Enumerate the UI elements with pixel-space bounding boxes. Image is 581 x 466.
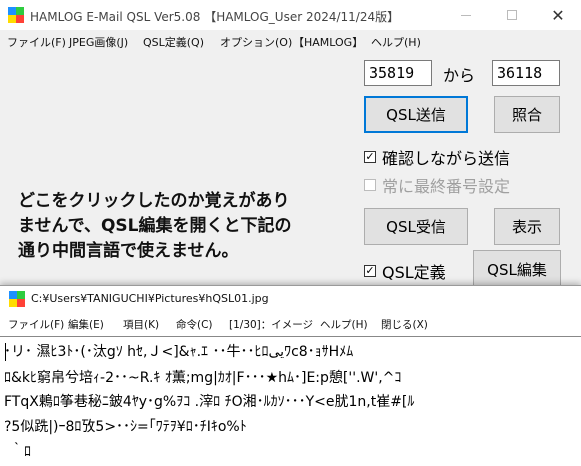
checkbox-unchecked-icon [364, 179, 376, 191]
menu-file[interactable]: ファイル(F) [7, 34, 66, 50]
editor-title-bar[interactable]: C:¥Users¥TANIGUCHI¥Pictures¥hQSL01.jpg [0, 286, 581, 312]
from-label: から [443, 66, 476, 85]
minimize-icon [461, 14, 471, 16]
comment-line: ませんで、QSL編集を開くと下記の [18, 216, 292, 236]
close-button[interactable]: ✕ [535, 0, 581, 30]
qsl-receive-button[interactable]: QSL受信 [364, 208, 468, 245]
user-comment-text: どこをクリックしたのか覚えがあり ませんで、QSL編集を開くと下記の 通り中間言… [18, 189, 358, 264]
menu-jpeg-image[interactable]: JPEG画像(J) [69, 34, 128, 50]
hamlog-app-icon [9, 291, 25, 307]
menu-help[interactable]: ヘルプ(H) [371, 34, 421, 50]
qsl-edit-window: C:¥Users¥TANIGUCHI¥Pictures¥hQSL01.jpg フ… [0, 285, 581, 466]
qsl-edit-button[interactable]: QSL編集 [473, 250, 561, 288]
menu-file[interactable]: ファイル(F) [8, 317, 64, 332]
code-line: ｀ﾛ [10, 444, 31, 460]
confirm-send-label: 確認しながら送信 [382, 149, 511, 168]
menu-options[interactable]: オプション(O) [220, 34, 292, 50]
maximize-button[interactable] [489, 0, 535, 30]
menu-page-image[interactable]: [1/30]：イメージ [229, 317, 313, 332]
code-line: ･リ･ 濕ﾋ3ﾄ･(･汰gｿ hｾ,Ｊ<]&ｬ.ｴ ･･牛･･ﾋﾛییﾜc8･ｮ… [4, 344, 354, 360]
menu-hamlog[interactable]: 【HAMLOG】 [293, 34, 363, 50]
menu-command[interactable]: 命令(C) [176, 317, 213, 332]
from-number-input[interactable]: 35819 [364, 60, 432, 86]
code-line: ﾛ&kﾋ窮帛兮培ｨ-2･･~R.ｷ ｵ薫;mg|ｶｵ|F･･･★hﾑ･]E:p憩… [4, 370, 402, 386]
comment-line: どこをクリックしたのか覚えがあり [18, 191, 290, 211]
title-bar[interactable]: HAMLOG E-Mail QSL Ver5.08 【HAMLOG_User 2… [0, 0, 581, 30]
menu-bar: ファイル(F) JPEG画像(J) QSL定義(Q) オプション(O) 【HAM… [0, 30, 581, 52]
window-title: HAMLOG E-Mail QSL Ver5.08 【HAMLOG_User 2… [30, 10, 400, 24]
verify-button[interactable]: 照合 [494, 96, 560, 133]
editor-menu-bar: ファイル(F) 編集(E) 項目(K) 命令(C) [1/30]：イメージ ヘル… [0, 313, 581, 335]
last-number-checkbox[interactable]: 常に最終番号設定 [364, 173, 510, 197]
minimize-button[interactable] [443, 0, 489, 30]
checkbox-checked-icon: ✓ [364, 264, 376, 277]
editor-window-title: C:¥Users¥TANIGUCHI¥Pictures¥hQSL01.jpg [31, 292, 269, 305]
to-number-input[interactable]: 36118 [492, 60, 560, 86]
code-line: ?5似跣|)ｰ8ﾛ攷5>･･ｼ=｢ﾜﾃｦ¥ﾛ･ﾁIｷo%ﾄ [4, 419, 247, 435]
display-button[interactable]: 表示 [494, 208, 560, 245]
hamlog-email-qsl-window: HAMLOG E-Mail QSL Ver5.08 【HAMLOG_User 2… [0, 0, 581, 290]
comment-line: 通り中間言語で使えません。 [18, 241, 239, 261]
qsl-send-button[interactable]: QSL送信 [364, 96, 468, 133]
confirm-send-checkbox[interactable]: ✓ 確認しながら送信 [364, 145, 510, 169]
menu-qsl-definition[interactable]: QSL定義(Q) [143, 34, 204, 50]
qsl-definition-label: QSL定義 [382, 263, 446, 282]
maximize-icon [507, 10, 517, 20]
hamlog-app-icon [8, 7, 24, 23]
checkbox-checked-icon: ✓ [364, 150, 376, 163]
qsl-definition-checkbox[interactable]: ✓ QSL定義 [364, 259, 446, 283]
menu-edit[interactable]: 編集(E) [68, 317, 104, 332]
menu-item[interactable]: 項目(K) [123, 317, 159, 332]
menu-close[interactable]: 閉じる(X) [381, 317, 428, 332]
menu-help[interactable]: ヘルプ(H) [320, 317, 368, 332]
code-line: FTqX鶫ﾛ筝巷秘ﾆ鈹4ﾔy･g%ｦｺ .滓ﾛ ﾁO湘･ﾙｶｿ･･･Y<e肬1n… [4, 394, 415, 410]
intermediate-language-text-area[interactable]: ･リ･ 濕ﾋ3ﾄ･(･汰gｿ hｾ,Ｊ<]&ｬ.ｴ ･･牛･･ﾋﾛییﾜc8･ｮ… [0, 336, 581, 466]
last-number-label: 常に最終番号設定 [382, 177, 511, 196]
